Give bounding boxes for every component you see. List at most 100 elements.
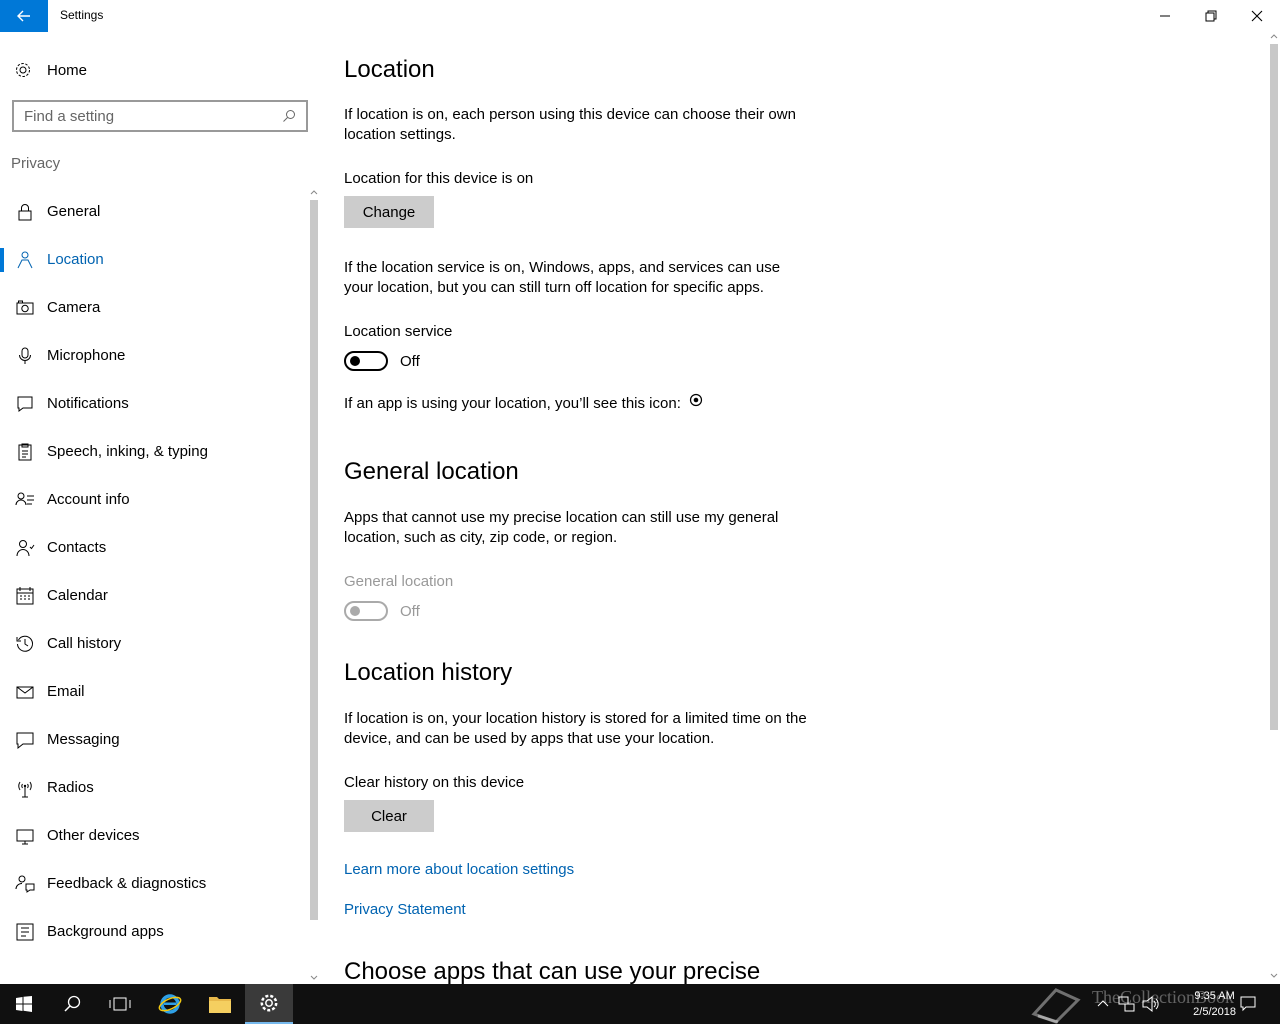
clear-history-label: Clear history on this device <box>344 774 525 791</box>
service-label: Location service <box>344 323 453 340</box>
search-icon <box>64 995 81 1012</box>
sidebar-item-email[interactable]: Email <box>0 668 306 716</box>
app-title: Settings <box>60 8 104 22</box>
sidebar-item-microphone[interactable]: Microphone <box>0 332 306 380</box>
sidebar-item-label: Camera <box>47 299 101 316</box>
restore-button[interactable] <box>1188 0 1234 32</box>
camera-icon <box>16 300 34 315</box>
search-input[interactable] <box>24 107 264 125</box>
sidebar-item-speech[interactable]: Speech, inking, & typing <box>0 428 306 476</box>
search-box[interactable] <box>12 100 308 132</box>
title-bar: Settings <box>0 0 1280 32</box>
action-center-icon[interactable] <box>1240 996 1256 1012</box>
file-explorer-button[interactable] <box>196 984 244 1024</box>
chevron-up-icon[interactable] <box>1097 998 1109 1008</box>
sidebar-item-label: Messaging <box>47 731 120 748</box>
windows-logo-icon <box>16 996 32 1012</box>
minimize-icon <box>1160 15 1170 17</box>
sidebar-item-label: Background apps <box>47 923 164 940</box>
scroll-down-icon[interactable] <box>1270 972 1278 980</box>
sidebar-item-label: Location <box>47 251 104 268</box>
toggle-knob <box>350 606 360 616</box>
general-location-desc: Apps that cannot use my precise location… <box>344 509 779 546</box>
close-button[interactable] <box>1234 0 1280 32</box>
main-scroll-thumb[interactable] <box>1270 44 1278 730</box>
sidebar-item-label: Contacts <box>47 539 107 556</box>
sidebar-item-other-devices[interactable]: Other devices <box>0 812 306 860</box>
gear-icon <box>260 994 278 1012</box>
clipboard-icon <box>18 443 32 461</box>
location-in-use-icon <box>689 393 703 407</box>
sidebar-item-notifications[interactable]: Notifications <box>0 380 306 428</box>
feedback-icon <box>15 875 35 893</box>
volume-icon[interactable] <box>1142 996 1160 1012</box>
sidebar-item-label: Account info <box>47 491 130 508</box>
general-location-title: General location <box>344 458 519 485</box>
location-intro: If location is on, each person using thi… <box>344 106 796 143</box>
choose-apps-title: Choose apps that can use your precise <box>344 958 761 984</box>
icon-note-text: If an app is using your location, you’ll… <box>344 395 681 412</box>
sidebar-scrollbar[interactable] <box>308 188 320 984</box>
sidebar-item-label: Speech, inking, & typing <box>47 443 208 460</box>
home-link[interactable]: Home <box>14 58 87 82</box>
change-button[interactable]: Change <box>344 196 434 228</box>
notifications-icon <box>17 396 33 412</box>
icon-note: If an app is using your location, you’ll… <box>344 393 844 414</box>
sidebar-item-label: Microphone <box>47 347 126 364</box>
page-title: Location <box>344 56 435 83</box>
background-apps-icon <box>16 923 34 941</box>
settings-taskbar-button[interactable] <box>245 984 293 1024</box>
internet-explorer-button[interactable] <box>146 984 194 1024</box>
sidebar: Home Privacy General Location Camera Mic… <box>0 32 320 984</box>
history-icon <box>16 635 33 652</box>
location-history-desc: If location is on, your location history… <box>344 710 807 747</box>
sidebar-item-label: Other devices <box>47 827 140 844</box>
privacy-statement-link[interactable]: Privacy Statement <box>344 901 466 918</box>
scroll-up-icon[interactable] <box>1270 32 1278 40</box>
task-view-icon <box>109 997 131 1011</box>
toggle-state: Off <box>400 352 420 370</box>
sidebar-item-general[interactable]: General <box>0 188 306 236</box>
sidebar-item-account-info[interactable]: Account info <box>0 476 306 524</box>
main-scrollbar[interactable] <box>1268 32 1280 984</box>
nav-list: General Location Camera Microphone Notif… <box>0 188 306 956</box>
system-clock[interactable]: 9:35 AM 2/5/2018 <box>1193 988 1236 1020</box>
calendar-icon <box>16 587 34 605</box>
sidebar-item-label: Email <box>47 683 85 700</box>
lock-icon <box>18 204 32 221</box>
back-arrow-icon <box>17 10 30 22</box>
account-info-icon <box>15 492 34 506</box>
sidebar-item-calendar[interactable]: Calendar <box>0 572 306 620</box>
task-view-button[interactable] <box>96 984 144 1024</box>
sidebar-item-messaging[interactable]: Messaging <box>0 716 306 764</box>
sidebar-item-contacts[interactable]: Contacts <box>0 524 306 572</box>
search-icon[interactable] <box>282 109 296 123</box>
sidebar-item-location[interactable]: Location <box>0 236 306 284</box>
scroll-down-icon[interactable] <box>310 974 318 982</box>
sidebar-item-background-apps[interactable]: Background apps <box>0 908 306 956</box>
sidebar-item-radios[interactable]: Radios <box>0 764 306 812</box>
start-button[interactable] <box>0 984 48 1024</box>
location-service-toggle-row: Off <box>344 351 420 371</box>
network-icon[interactable] <box>1118 996 1136 1012</box>
sidebar-item-camera[interactable]: Camera <box>0 284 306 332</box>
general-location-label: General location <box>344 573 454 590</box>
location-service-toggle[interactable] <box>344 351 388 371</box>
sidebar-item-label: General <box>47 203 101 220</box>
contacts-icon <box>16 540 35 557</box>
sidebar-item-call-history[interactable]: Call history <box>0 620 306 668</box>
internet-explorer-icon <box>158 994 182 1014</box>
sidebar-item-label: Radios <box>47 779 94 796</box>
scroll-up-icon[interactable] <box>310 188 318 196</box>
sidebar-scroll-thumb[interactable] <box>310 200 318 920</box>
sidebar-item-label: Call history <box>47 635 122 652</box>
service-description: If the location service is on, Windows, … <box>344 259 781 296</box>
search-taskbar-button[interactable] <box>48 984 96 1024</box>
general-location-toggle-row: Off <box>344 601 420 621</box>
back-button[interactable] <box>0 0 48 32</box>
learn-more-link[interactable]: Learn more about location settings <box>344 861 574 878</box>
clear-button[interactable]: Clear <box>344 800 434 832</box>
sidebar-item-feedback[interactable]: Feedback & diagnostics <box>0 860 306 908</box>
minimize-button[interactable] <box>1142 0 1188 32</box>
email-icon <box>16 686 34 699</box>
